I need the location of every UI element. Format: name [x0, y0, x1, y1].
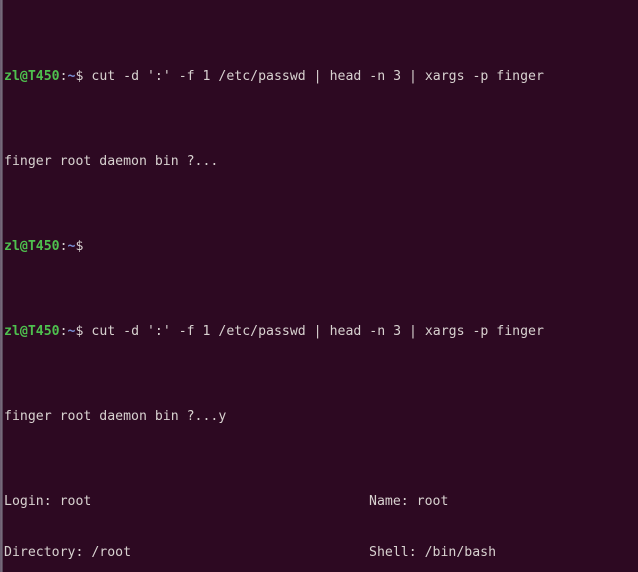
terminal-line-command: zl@T450:~$	[4, 238, 638, 255]
terminal-line-command: zl@T450:~$ cut -d ':' -f 1 /etc/passwd |…	[4, 323, 638, 340]
xargs-prompt-text: finger root daemon bin ?...y	[4, 409, 227, 424]
prompt-colon: :	[59, 324, 68, 339]
terminal-line-output: finger root daemon bin ?...y	[4, 408, 638, 425]
command-text: cut -d ':' -f 1 /etc/passwd | head -n 3 …	[83, 69, 544, 84]
finger-directory: Directory: /root	[4, 545, 132, 560]
terminal-line-output: finger root daemon bin ?...	[4, 153, 638, 170]
prompt-user-host: zl@T450	[4, 324, 60, 339]
finger-record-row: Login: root Name: root	[4, 493, 638, 510]
terminal-line-command: zl@T450:~$ cut -d ':' -f 1 /etc/passwd |…	[4, 68, 638, 85]
prompt-dollar: $	[75, 239, 84, 254]
terminal-screen[interactable]: zl@T450:~$ cut -d ':' -f 1 /etc/passwd |…	[4, 0, 638, 572]
finger-shell: Shell: /bin/bash	[369, 545, 497, 560]
terminal-scrollbar[interactable]	[0, 0, 3, 572]
prompt-user-host: zl@T450	[4, 69, 60, 84]
prompt-user-host: zl@T450	[4, 239, 60, 254]
finger-name: Name: root	[369, 494, 449, 509]
finger-login: Login: root	[4, 494, 92, 509]
finger-record-row: Directory: /root Shell: /bin/bash	[4, 544, 638, 561]
prompt-colon: :	[59, 69, 68, 84]
terminal-window[interactable]: zl@T450:~$ cut -d ':' -f 1 /etc/passwd |…	[0, 0, 638, 572]
prompt-colon: :	[59, 239, 68, 254]
xargs-prompt-text: finger root daemon bin ?...	[4, 154, 219, 169]
command-text: cut -d ':' -f 1 /etc/passwd | head -n 3 …	[83, 324, 544, 339]
